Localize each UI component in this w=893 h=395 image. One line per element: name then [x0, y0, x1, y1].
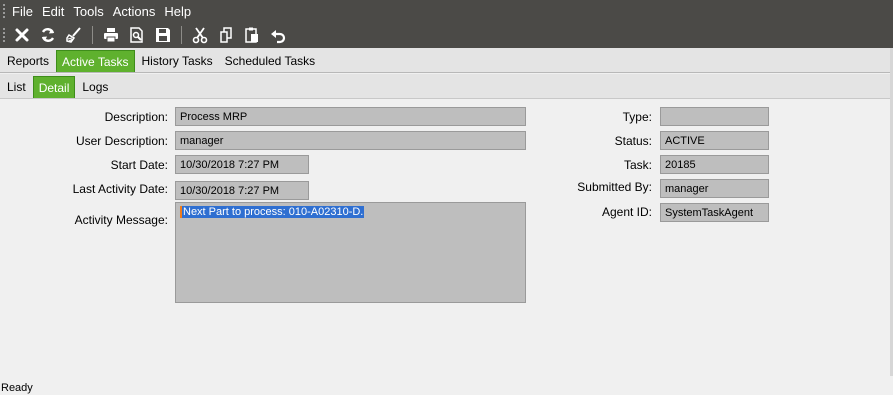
menu-actions[interactable]: Actions: [113, 4, 156, 19]
activity-message-text: Next Part to process: 010-A02310-D.: [180, 206, 365, 218]
task-label: Task:: [623, 158, 652, 172]
toolbar-separator: [181, 26, 182, 44]
tab-scheduled-tasks[interactable]: Scheduled Tasks: [220, 50, 321, 72]
toolbar: [0, 22, 893, 48]
task-field[interactable]: 20185: [660, 155, 769, 174]
status-label: Status:: [614, 134, 652, 148]
print-preview-icon[interactable]: [125, 23, 149, 47]
tab-history-tasks[interactable]: History Tasks: [137, 50, 218, 72]
copy-icon[interactable]: [214, 23, 238, 47]
undo-icon[interactable]: [266, 23, 290, 47]
tab-logs[interactable]: Logs: [77, 76, 113, 98]
type-label: Type:: [622, 110, 652, 124]
refresh-icon[interactable]: [36, 23, 60, 47]
clear-icon[interactable]: [62, 23, 86, 47]
save-icon[interactable]: [151, 23, 175, 47]
menu-help[interactable]: Help: [164, 4, 191, 19]
description-label: Description:: [104, 110, 168, 124]
menu-bar: File Edit Tools Actions Help: [0, 0, 893, 22]
cut-icon[interactable]: [188, 23, 212, 47]
tab-detail[interactable]: Detail: [32, 76, 76, 98]
status-field[interactable]: ACTIVE: [660, 131, 769, 150]
toolbar-grip: [3, 28, 5, 42]
status-bar: Ready: [0, 376, 893, 395]
print-icon[interactable]: [99, 23, 123, 47]
start-date-field[interactable]: 10/30/2018 7:27 PM: [175, 155, 309, 174]
agent-id-field[interactable]: SystemTaskAgent: [660, 203, 769, 222]
agent-id-label: Agent ID:: [601, 205, 652, 219]
menu-grip: [3, 4, 5, 18]
activity-message-label: Activity Message:: [74, 213, 168, 227]
tab-reports[interactable]: Reports: [2, 50, 54, 72]
paste-icon[interactable]: [240, 23, 264, 47]
type-field[interactable]: [660, 107, 769, 126]
user-description-label: User Description:: [75, 134, 168, 148]
user-description-field[interactable]: manager: [175, 131, 526, 150]
tab-active-tasks[interactable]: Active Tasks: [56, 50, 135, 72]
toolbar-separator: [92, 26, 93, 44]
description-field[interactable]: Process MRP: [175, 107, 526, 126]
submitted-by-label: Submitted By:: [577, 180, 652, 194]
menu-file[interactable]: File: [12, 4, 33, 19]
menu-edit[interactable]: Edit: [42, 4, 64, 19]
activity-message-field[interactable]: Next Part to process: 010-A02310-D.: [175, 202, 526, 303]
last-activity-date-label: Last Activity Date:: [72, 182, 168, 196]
primary-tab-bar: Reports Active Tasks History Tasks Sched…: [0, 48, 893, 73]
menu-tools[interactable]: Tools: [73, 4, 103, 19]
last-activity-date-field[interactable]: 10/30/2018 7:27 PM: [175, 181, 309, 200]
start-date-label: Start Date:: [110, 158, 168, 172]
tab-list[interactable]: List: [2, 76, 31, 98]
close-icon[interactable]: [10, 23, 34, 47]
submitted-by-field[interactable]: manager: [660, 179, 769, 198]
secondary-tab-bar: List Detail Logs: [0, 74, 893, 99]
